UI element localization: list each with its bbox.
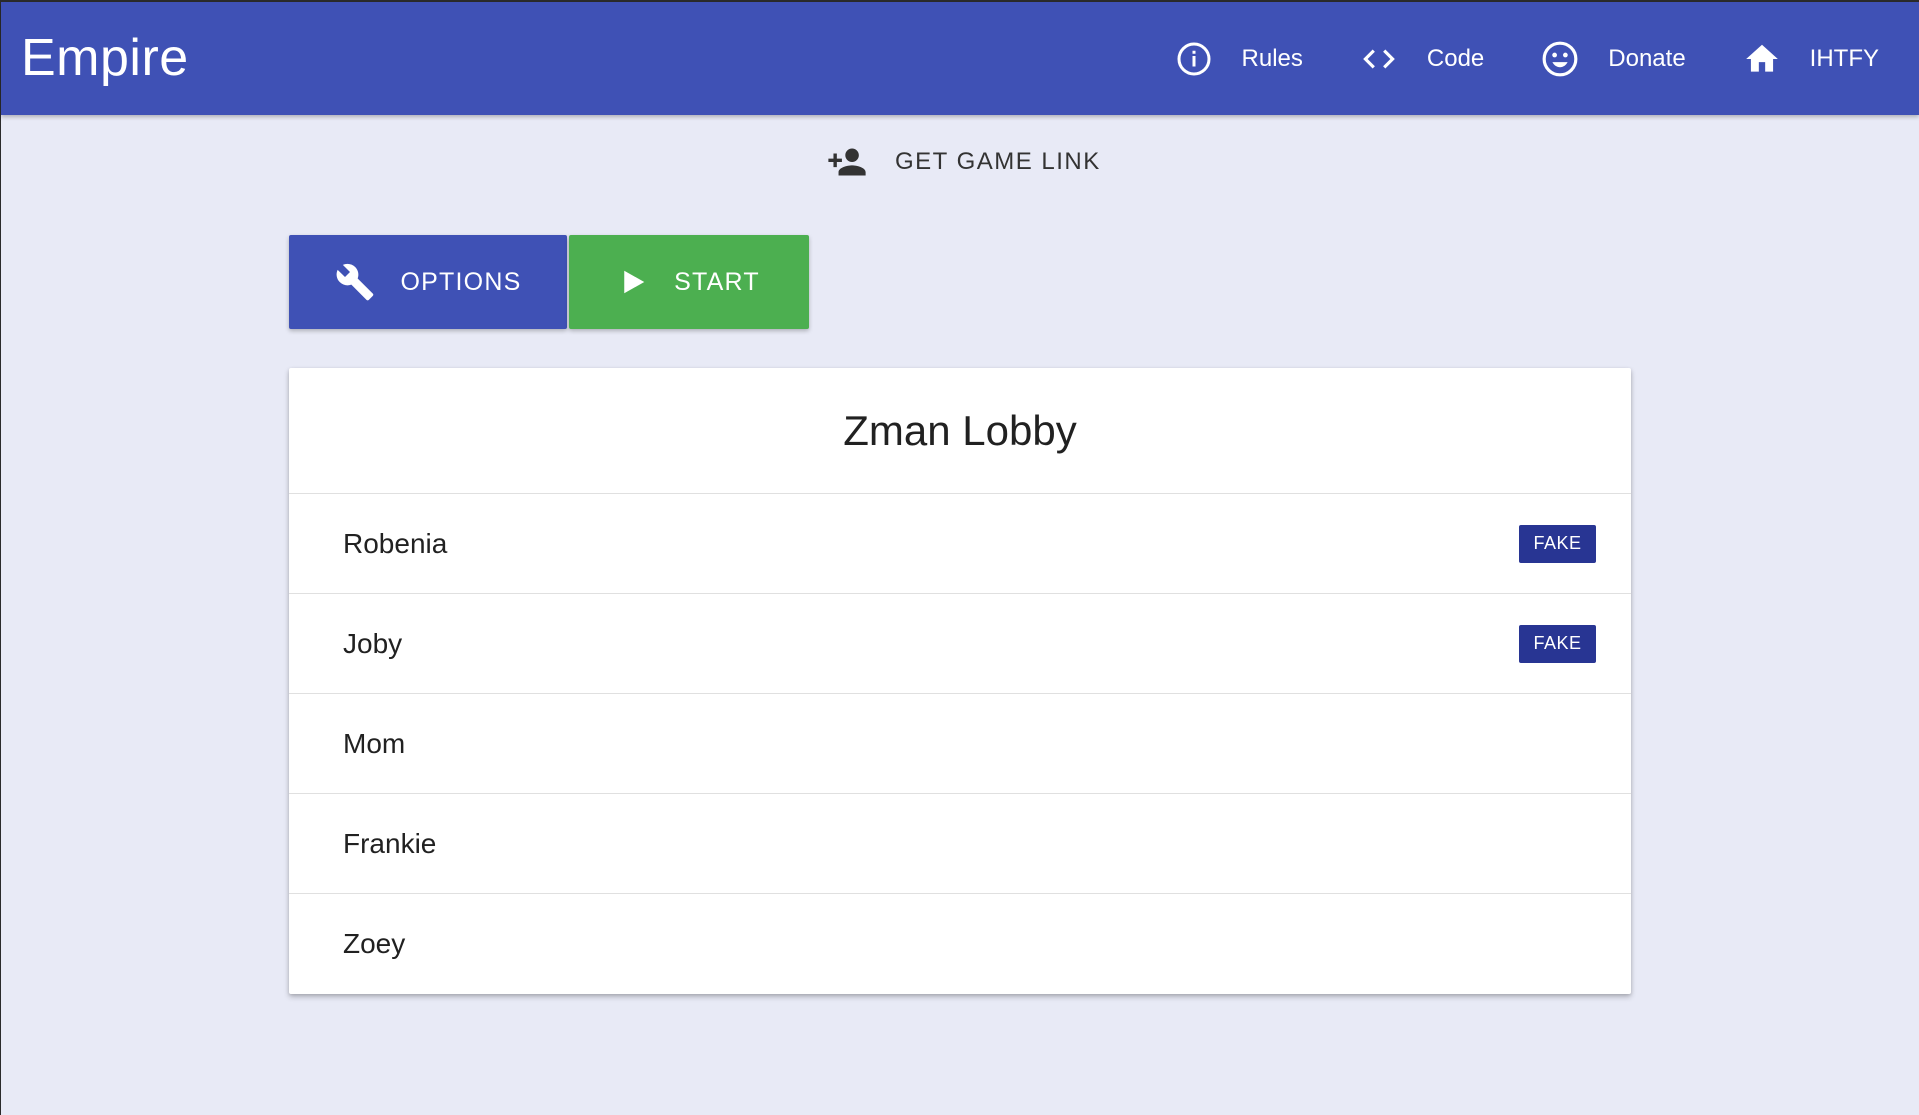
player-row: Zoey — [289, 894, 1631, 994]
fake-badge: FAKE — [1519, 624, 1596, 663]
nav-ihtfy-button[interactable]: IHTFY — [1742, 31, 1879, 87]
info-icon — [1174, 39, 1214, 79]
nav-code-button[interactable]: Code — [1359, 31, 1484, 87]
nav-donate-button[interactable]: Donate — [1540, 31, 1686, 87]
options-label: OPTIONS — [400, 267, 522, 296]
fake-badge: FAKE — [1519, 524, 1596, 563]
player-row: Joby FAKE — [289, 594, 1631, 694]
player-name: Zoey — [343, 928, 406, 959]
player-row: Frankie — [289, 794, 1631, 894]
code-icon — [1359, 39, 1399, 79]
nav-ihtfy-label: IHTFY — [1809, 44, 1879, 72]
play-icon — [618, 267, 648, 297]
player-name: Mom — [343, 727, 406, 759]
player-name: Frankie — [343, 827, 437, 859]
lobby-title: Zman Lobby — [843, 406, 1077, 454]
start-button[interactable]: START — [569, 235, 809, 329]
player-name: Joby — [343, 627, 403, 659]
player-row: Mom — [289, 694, 1631, 794]
nav-rules-button[interactable]: Rules — [1174, 31, 1303, 87]
nav-rules-label: Rules — [1241, 44, 1303, 72]
person-add-icon — [825, 142, 871, 182]
get-game-link-button[interactable]: GET GAME LINK — [825, 142, 1101, 182]
window-frame-left — [0, 0, 1, 1115]
lobby-card: Zman Lobby Robenia FAKE Joby FAKE Mom Fr… — [289, 368, 1631, 994]
home-icon — [1742, 39, 1782, 79]
app-bar: Empire Rules Code Donate IHTFY — [1, 2, 1919, 115]
player-name: Robenia — [343, 527, 448, 559]
smiley-icon — [1540, 39, 1580, 79]
nav-code-label: Code — [1426, 44, 1485, 72]
wrench-icon — [335, 262, 375, 302]
app-title[interactable]: Empire — [21, 28, 189, 88]
get-game-link-label: GET GAME LINK — [895, 148, 1101, 175]
options-button[interactable]: OPTIONS — [289, 235, 567, 329]
lobby-header: Zman Lobby — [289, 368, 1631, 494]
player-row: Robenia FAKE — [289, 494, 1631, 594]
top-nav: Rules Code Donate IHTFY — [1118, 2, 1879, 115]
nav-donate-label: Donate — [1608, 44, 1686, 72]
start-label: START — [674, 267, 760, 296]
